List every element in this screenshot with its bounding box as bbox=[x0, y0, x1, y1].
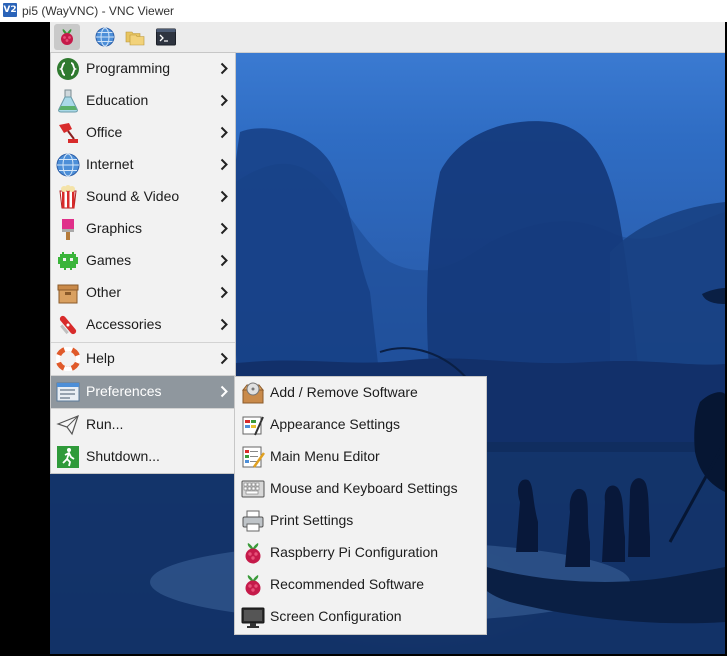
file-manager-button[interactable] bbox=[122, 24, 148, 50]
other-icon bbox=[57, 284, 79, 304]
menu-editor-icon bbox=[242, 446, 265, 468]
graphics-icon bbox=[62, 219, 74, 240]
menu-item-shutdown[interactable]: Shutdown... bbox=[51, 441, 235, 473]
menu-item-label: Shutdown... bbox=[86, 448, 160, 464]
chevron-right-icon bbox=[220, 385, 228, 398]
app-menu-button[interactable] bbox=[54, 24, 80, 50]
menu-item-label: Preferences bbox=[86, 383, 162, 399]
left-border bbox=[0, 22, 50, 656]
menu-item-education[interactable]: Education bbox=[51, 85, 235, 117]
chevron-right-icon bbox=[220, 190, 228, 203]
menu-item-raspberry-pi-configuration[interactable]: Raspberry Pi Configuration bbox=[235, 537, 486, 569]
raspberry-icon bbox=[245, 575, 261, 596]
menu-item-label: Games bbox=[86, 252, 132, 268]
menu-item-label: Appearance Settings bbox=[270, 416, 400, 432]
menu-item-label: Screen Configuration bbox=[270, 608, 402, 624]
menu-item-label: Education bbox=[86, 92, 149, 108]
vnc-title-bar: V2 pi5 (WayVNC) - VNC Viewer bbox=[0, 0, 727, 23]
preferences-submenu: Add / Remove Software Appearance Setting… bbox=[234, 376, 487, 635]
menu-item-label: Help bbox=[86, 350, 115, 366]
chevron-right-icon bbox=[220, 222, 228, 235]
menu-item-label: Programming bbox=[86, 60, 171, 76]
sound-video-icon bbox=[59, 185, 77, 209]
main-menu: Programming Education Office Internet So… bbox=[50, 52, 236, 474]
chevron-right-icon bbox=[220, 62, 228, 75]
menu-item-preferences[interactable]: Preferences bbox=[51, 376, 235, 408]
menu-item-label: Sound & Video bbox=[86, 188, 180, 204]
menu-item-label: Run... bbox=[86, 416, 124, 432]
menu-item-label: Graphics bbox=[86, 220, 143, 236]
menu-item-main-menu-editor[interactable]: Main Menu Editor bbox=[235, 441, 486, 473]
package-icon bbox=[241, 382, 265, 404]
folders-icon bbox=[125, 31, 145, 46]
raspberry-icon bbox=[245, 543, 261, 564]
menu-item-print-settings[interactable]: Print Settings bbox=[235, 505, 486, 537]
menu-item-mouse-keyboard-settings[interactable]: Mouse and Keyboard Settings bbox=[235, 473, 486, 505]
menu-item-label: Internet bbox=[86, 156, 134, 172]
menu-item-add-remove-software[interactable]: Add / Remove Software bbox=[235, 377, 486, 409]
exit-icon bbox=[57, 446, 79, 468]
menu-item-label: Recommended Software bbox=[270, 576, 425, 592]
menu-item-label: Add / Remove Software bbox=[270, 384, 418, 400]
terminal-icon bbox=[156, 28, 176, 46]
menu-item-graphics[interactable]: Graphics bbox=[51, 213, 235, 245]
taskbar bbox=[50, 22, 725, 53]
menu-item-label: Print Settings bbox=[270, 512, 354, 528]
chevron-right-icon bbox=[220, 94, 228, 107]
menu-item-games[interactable]: Games bbox=[51, 245, 235, 277]
menu-item-other[interactable]: Other bbox=[51, 277, 235, 309]
menu-item-label: Main Menu Editor bbox=[270, 448, 380, 464]
keyboard-icon bbox=[241, 480, 265, 498]
menu-item-recommended-software[interactable]: Recommended Software bbox=[235, 569, 486, 601]
preferences-icon bbox=[56, 382, 80, 402]
menu-item-label: Mouse and Keyboard Settings bbox=[270, 480, 458, 496]
menu-item-office[interactable]: Office bbox=[51, 117, 235, 149]
help-icon bbox=[56, 347, 80, 371]
menu-item-help[interactable]: Help bbox=[51, 343, 235, 375]
globe-icon bbox=[95, 27, 115, 47]
chevron-right-icon bbox=[220, 352, 228, 365]
menu-item-internet[interactable]: Internet bbox=[51, 149, 235, 181]
chevron-right-icon bbox=[220, 126, 228, 139]
printer-icon bbox=[242, 510, 264, 532]
paper-plane-icon bbox=[56, 414, 79, 436]
menu-item-accessories[interactable]: Accessories bbox=[51, 309, 235, 341]
terminal-button[interactable] bbox=[153, 24, 179, 50]
menu-item-screen-configuration[interactable]: Screen Configuration bbox=[235, 601, 486, 633]
menu-item-label: Other bbox=[86, 284, 122, 300]
vnc-logo-icon: V2 bbox=[3, 3, 17, 17]
menu-item-programming[interactable]: Programming bbox=[51, 53, 235, 85]
raspberry-icon bbox=[61, 29, 73, 45]
internet-icon bbox=[56, 153, 80, 177]
menu-item-label: Office bbox=[86, 124, 123, 140]
appearance-icon bbox=[242, 416, 264, 436]
chevron-right-icon bbox=[220, 158, 228, 171]
office-icon bbox=[59, 123, 78, 143]
browser-button[interactable] bbox=[92, 24, 118, 50]
chevron-right-icon bbox=[220, 318, 228, 331]
education-icon bbox=[58, 89, 78, 113]
accessories-icon bbox=[59, 315, 77, 335]
menu-item-sound-video[interactable]: Sound & Video bbox=[51, 181, 235, 213]
menu-item-appearance-settings[interactable]: Appearance Settings bbox=[235, 409, 486, 441]
menu-item-label: Accessories bbox=[86, 316, 162, 332]
chevron-right-icon bbox=[220, 254, 228, 267]
menu-item-run[interactable]: Run... bbox=[51, 409, 235, 441]
games-icon bbox=[58, 252, 78, 270]
menu-item-label: Raspberry Pi Configuration bbox=[270, 544, 439, 560]
monitor-icon bbox=[241, 607, 265, 628]
programming-icon bbox=[57, 58, 79, 80]
chevron-right-icon bbox=[220, 286, 228, 299]
window-title: pi5 (WayVNC) - VNC Viewer bbox=[22, 4, 175, 18]
